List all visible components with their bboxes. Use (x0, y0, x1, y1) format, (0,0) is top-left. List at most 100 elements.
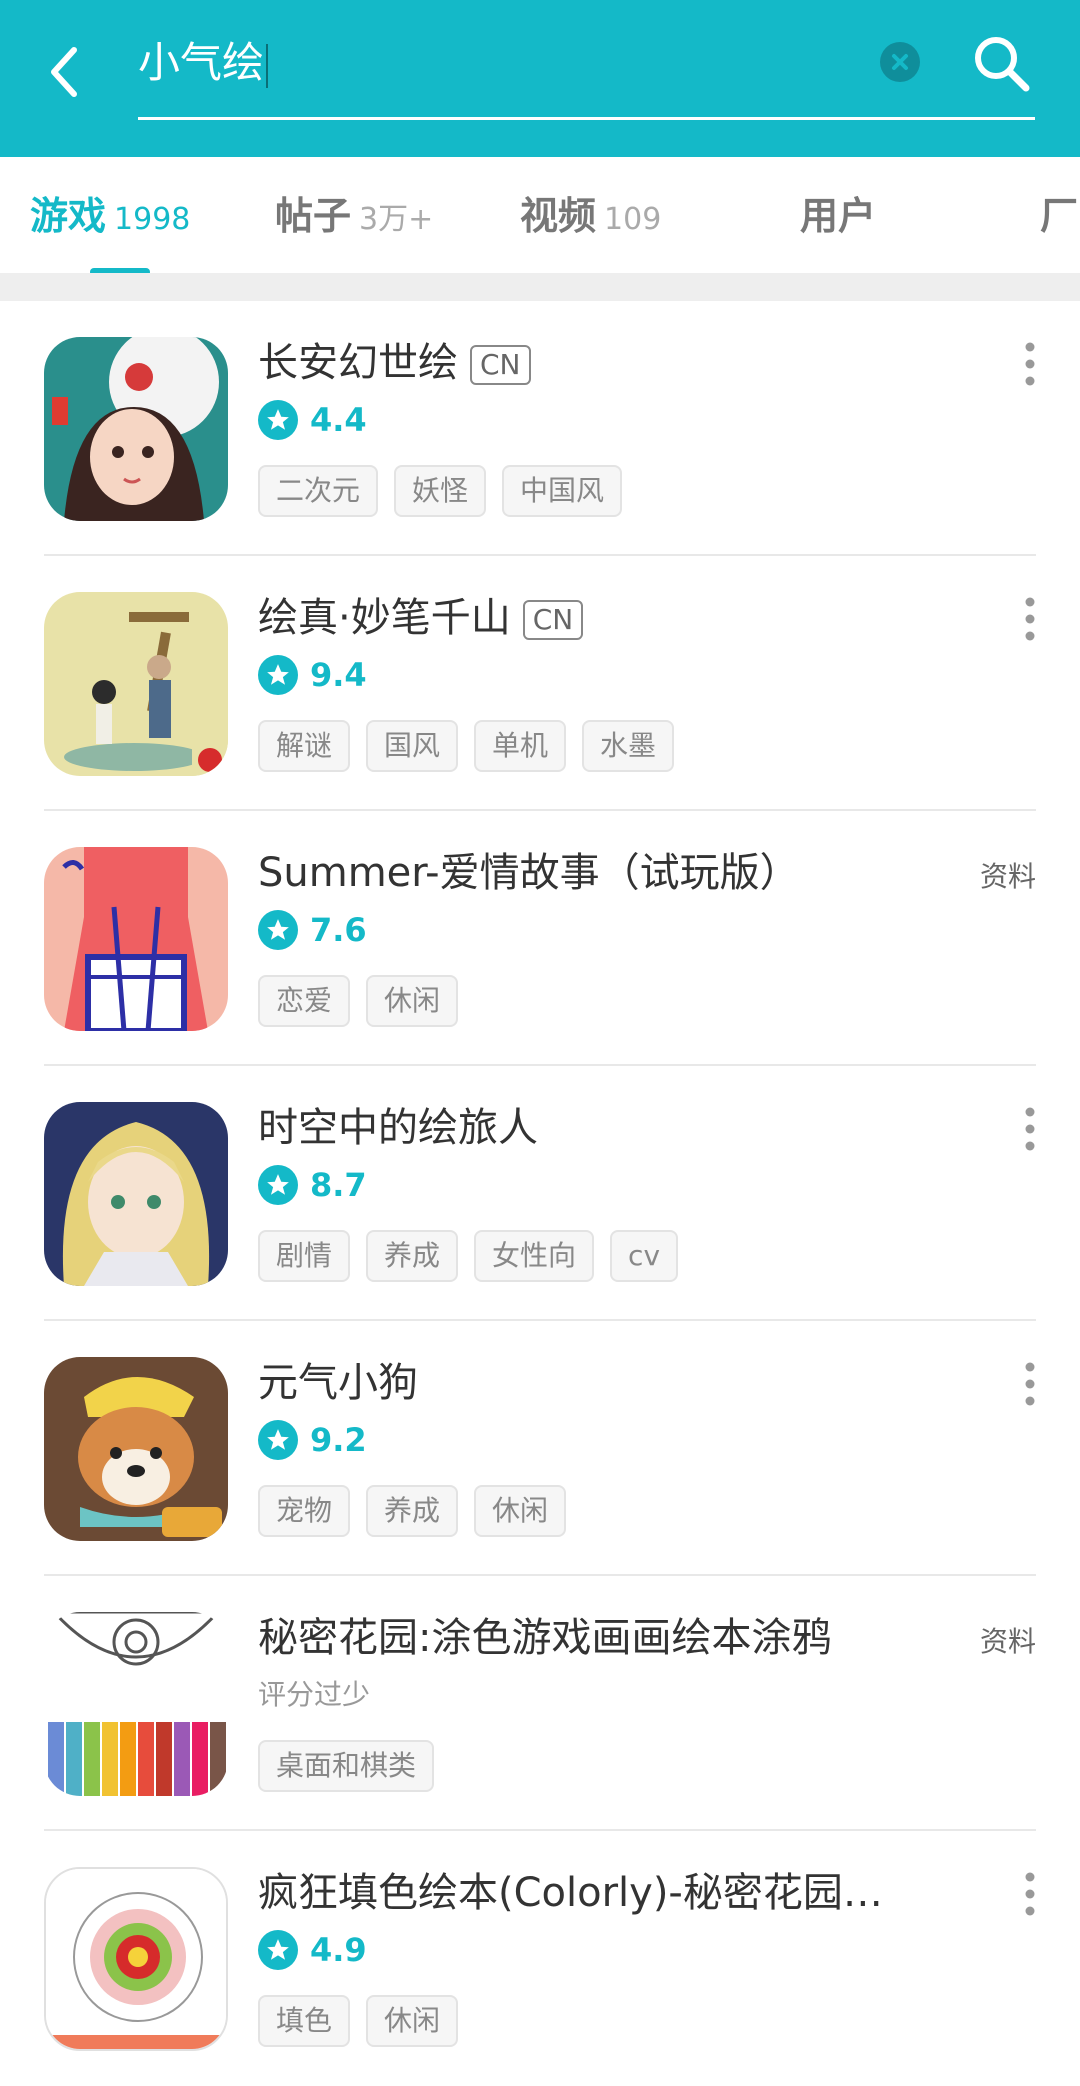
more-options-icon[interactable] (1020, 1359, 1040, 1409)
more-options-icon[interactable] (1020, 1104, 1040, 1154)
more-options-icon[interactable] (1020, 594, 1040, 644)
game-icon-summer[interactable] (44, 847, 228, 1031)
tab-count: 1998 (114, 202, 191, 237)
game-title-text: 绘真·妙笔千山 (258, 595, 511, 641)
tab-label: 视频 (520, 194, 597, 238)
rating-value: 9.4 (310, 656, 367, 694)
game-title[interactable]: 绘真·妙笔千山 CN (258, 590, 584, 646)
tag[interactable]: 宠物 (258, 1485, 351, 1537)
game-list-item[interactable]: 时空中的绘旅人 8.7 剧情 养成 女性向 cv (0, 1066, 1080, 1321)
tag[interactable]: 中国风 (502, 465, 623, 517)
tab-count: 109 (604, 202, 662, 237)
tab-vendors[interactable]: 厂 (1040, 191, 1078, 241)
tag[interactable]: 解谜 (258, 720, 351, 772)
game-title-text: 时空中的绘旅人 (258, 1105, 538, 1151)
text-caret (266, 43, 269, 88)
tag[interactable]: 休闲 (366, 1995, 459, 2047)
game-results-list: 长安幻世绘 CN 4.4 二次元 妖怪 中国风 绘真·妙笔千山 CN 9.4 解… (0, 301, 1080, 2086)
tab-users[interactable]: 用户 (800, 191, 876, 241)
tag-list: 填色 休闲 (258, 1995, 474, 2047)
tag[interactable]: 国风 (366, 720, 459, 772)
game-title[interactable]: 长安幻世绘 CN (258, 335, 531, 391)
game-icon-huizhen[interactable] (44, 592, 228, 776)
clear-search-button[interactable] (880, 42, 920, 82)
tag[interactable]: 单机 (474, 720, 567, 772)
search-header: 小气绘 (0, 0, 1080, 157)
more-options-icon[interactable] (1020, 1869, 1040, 1919)
game-icon-shikong[interactable] (44, 1102, 228, 1286)
search-icon (975, 37, 1030, 92)
game-title[interactable]: 疯狂填色绘本(Colorly)-秘密花园着... (258, 1865, 918, 1921)
tag[interactable]: 桌面和棋类 (258, 1740, 435, 1792)
more-options-icon[interactable] (1020, 339, 1040, 389)
tag[interactable]: 养成 (366, 1485, 459, 1537)
info-link[interactable]: 资料 (980, 1620, 1036, 1660)
tab-videos[interactable]: 视频 109 (520, 191, 661, 241)
rating-value: 4.4 (310, 401, 367, 439)
tab-posts[interactable]: 帖子 3万+ (275, 191, 433, 241)
star-icon (258, 1165, 298, 1205)
section-separator (0, 273, 1080, 301)
game-title[interactable]: Summer-爱情故事（试玩版） (258, 845, 800, 901)
tag-list: 桌面和棋类 (258, 1740, 450, 1792)
rating-row: 4.4 (258, 397, 367, 443)
tag[interactable]: 剧情 (258, 1230, 351, 1282)
star-icon (258, 1420, 298, 1460)
rating-insufficient-text: 评分过少 (258, 1678, 371, 1711)
game-list-item[interactable]: 秘密花园:涂色游戏画画绘本涂鸦 评分过少 桌面和棋类 资料 (0, 1576, 1080, 1831)
star-icon (258, 400, 298, 440)
game-list-item[interactable]: 长安幻世绘 CN 4.4 二次元 妖怪 中国风 (0, 301, 1080, 556)
info-link[interactable]: 资料 (980, 855, 1036, 895)
tag-list: 宠物 养成 休闲 (258, 1485, 582, 1537)
star-icon (258, 910, 298, 950)
game-title[interactable]: 秘密花园:涂色游戏画画绘本涂鸦 (258, 1610, 831, 1666)
game-title-text: Summer-爱情故事（试玩版） (258, 850, 800, 896)
search-button[interactable] (968, 30, 1034, 96)
tab-label: 厂 (1040, 194, 1079, 238)
game-list-item[interactable]: 元气小狗 9.2 宠物 养成 休闲 (0, 1321, 1080, 1576)
rating-value: 4.9 (310, 1931, 367, 1969)
rating-row: 8.7 (258, 1162, 367, 1208)
game-list-item[interactable]: Summer-爱情故事（试玩版） 7.6 恋爱 休闲 资料 (0, 811, 1080, 1066)
back-button[interactable] (38, 36, 94, 106)
game-icon-changan[interactable] (44, 337, 228, 521)
rating-row: 9.2 (258, 1417, 367, 1463)
tag-list: 剧情 养成 女性向 cv (258, 1230, 694, 1282)
tag[interactable]: cv (610, 1230, 679, 1282)
search-input[interactable]: 小气绘 (138, 30, 269, 96)
tab-label: 游戏 (30, 194, 107, 238)
close-icon (892, 54, 908, 70)
tag[interactable]: 恋爱 (258, 975, 351, 1027)
tag[interactable]: 女性向 (474, 1230, 595, 1282)
tag[interactable]: 妖怪 (394, 465, 487, 517)
tag[interactable]: 水墨 (582, 720, 675, 772)
rating-row: 9.4 (258, 652, 367, 698)
tag[interactable]: 填色 (258, 1995, 351, 2047)
tag[interactable]: 二次元 (258, 465, 379, 517)
rating-value: 9.2 (310, 1421, 367, 1459)
game-list-item[interactable]: 绘真·妙笔千山 CN 9.4 解谜 国风 单机 水墨 (0, 556, 1080, 811)
tag-list: 恋爱 休闲 (258, 975, 474, 1027)
tab-count: 3万+ (359, 202, 434, 237)
game-title-text: 长安幻世绘 (258, 340, 458, 386)
rating-value: 7.6 (310, 911, 367, 949)
region-badge: CN (522, 600, 584, 640)
rating-value: 8.7 (310, 1166, 367, 1204)
game-icon-colorly[interactable] (44, 1867, 228, 2051)
tag[interactable]: 养成 (366, 1230, 459, 1282)
game-icon-secret-garden[interactable] (44, 1612, 228, 1796)
star-icon (258, 1930, 298, 1970)
result-tabs: 游戏 1998 帖子 3万+ 视频 109 用户 厂 (0, 157, 1080, 273)
game-title-text: 秘密花园:涂色游戏画画绘本涂鸦 (258, 1615, 832, 1661)
game-title[interactable]: 元气小狗 (258, 1355, 418, 1411)
tag[interactable]: 休闲 (366, 975, 459, 1027)
game-list-item[interactable]: 疯狂填色绘本(Colorly)-秘密花园着... 4.9 填色 休闲 (0, 1831, 1080, 2086)
game-icon-yuanqi-dog[interactable] (44, 1357, 228, 1541)
game-title[interactable]: 时空中的绘旅人 (258, 1100, 538, 1156)
game-title-text: 疯狂填色绘本(Colorly)-秘密花园着... (258, 1870, 918, 1916)
tab-games[interactable]: 游戏 1998 (30, 191, 190, 241)
rating-row: 4.9 (258, 1927, 367, 1973)
game-title-text: 元气小狗 (258, 1360, 418, 1406)
search-underline (138, 117, 1035, 120)
tag[interactable]: 休闲 (474, 1485, 567, 1537)
